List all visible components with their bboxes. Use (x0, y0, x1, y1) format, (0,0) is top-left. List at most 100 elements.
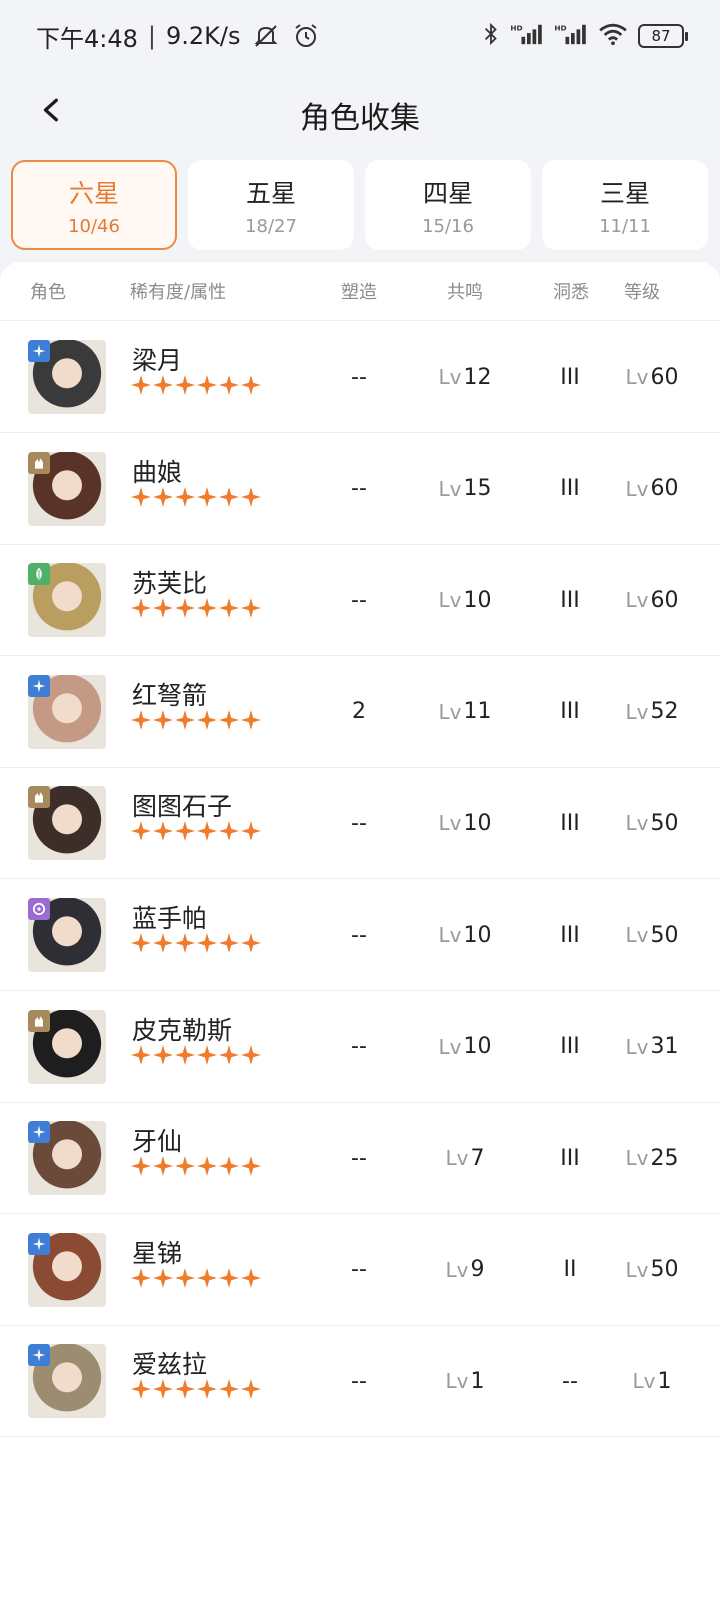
level-cell: Lv 25 (612, 1102, 692, 1214)
signal-hd-1-icon: HD (510, 22, 544, 50)
character-avatar (28, 898, 106, 972)
insight-value: III (560, 364, 580, 390)
rarity-stars (131, 598, 261, 619)
tab-four-star[interactable]: 四星 15/16 (365, 160, 531, 250)
level-cell: Lv 50 (612, 1214, 692, 1326)
mute-notification-icon (251, 21, 281, 51)
level-value: 60 (650, 364, 679, 390)
character-row[interactable]: 苏芙比 -- Lv 10 III Lv 60 (0, 544, 720, 657)
rarity-star-icon (175, 709, 195, 730)
tab-six-star[interactable]: 六星 10/46 (11, 160, 177, 250)
resonance-cell: Lv 10 (420, 767, 510, 879)
character-row[interactable]: 图图石子 -- Lv 10 III Lv 50 (0, 767, 720, 880)
resonance-cell: Lv 10 (420, 991, 510, 1103)
character-avatar (28, 1344, 106, 1419)
character-name: 皮克勒斯 (132, 1015, 233, 1045)
chevron-left-icon (43, 98, 58, 122)
insight-value: III (560, 1034, 580, 1060)
lv-prefix: Lv (625, 1146, 649, 1171)
lv-prefix: Lv (445, 1257, 469, 1282)
character-name: 爱兹拉 (132, 1350, 208, 1380)
character-row[interactable]: 曲娘 -- Lv 15 III Lv 60 (0, 433, 720, 545)
status-left: 下午4:48 | 9.2K/s (36, 19, 321, 54)
tab-count: 10/46 (68, 215, 120, 237)
star-attribute-icon (28, 1232, 50, 1255)
rarity-star-icon (131, 1156, 151, 1177)
character-row[interactable]: 皮克勒斯 -- Lv 10 III Lv 31 (0, 991, 720, 1103)
lv-prefix: Lv (438, 588, 462, 613)
character-row[interactable]: 爱兹拉 -- Lv 1 -- Lv 1 (0, 1325, 720, 1438)
rarity-stars (131, 1267, 261, 1288)
insight-value: III (560, 699, 580, 725)
rarity-star-icon (197, 486, 217, 507)
rarity-star-icon (219, 709, 239, 730)
wifi-icon (598, 22, 628, 50)
back-button[interactable] (28, 86, 76, 134)
tab-label: 六星 (68, 178, 119, 208)
shape-value: -- (351, 1368, 367, 1394)
resonance-value: 10 (463, 587, 492, 613)
shape-value: -- (351, 364, 367, 390)
character-name: 牙仙 (132, 1127, 183, 1157)
level-value: 60 (650, 587, 679, 613)
rarity-star-icon (175, 1044, 195, 1065)
resonance-cell: Lv 15 (420, 433, 510, 545)
resonance-value: 7 (470, 1145, 485, 1171)
rarity-star-icon (219, 486, 239, 507)
bluetooth-icon (482, 21, 500, 51)
rarity-star-icon (175, 933, 195, 953)
rarity-star-icon (131, 933, 151, 953)
rarity-star-icon (241, 1379, 261, 1400)
insight-value: III (560, 922, 580, 948)
tab-three-star[interactable]: 三星 11/11 (542, 160, 708, 250)
rarity-star-icon (241, 709, 261, 730)
spirit-attribute-icon (28, 898, 50, 920)
rarity-star-icon (175, 486, 195, 507)
shape-value: -- (351, 1145, 367, 1171)
rarity-star-icon (197, 598, 217, 619)
rarity-star-icon (197, 1267, 217, 1288)
character-name: 图图石子 (132, 792, 233, 822)
rarity-star-icon (131, 375, 151, 395)
rarity-star-icon (197, 933, 217, 953)
lv-prefix: Lv (438, 365, 462, 389)
column-header-level: 等级 (624, 282, 660, 303)
character-name: 梁月 (132, 346, 183, 375)
resonance-value: 11 (463, 699, 492, 725)
star-attribute-icon (28, 1344, 50, 1367)
rarity-star-icon (219, 1156, 239, 1177)
rarity-star-icon (153, 1044, 173, 1065)
resonance-value: 10 (463, 1034, 492, 1060)
rarity-star-icon (153, 1379, 173, 1400)
level-value: 1 (657, 1368, 672, 1394)
level-cell: Lv 1 (612, 1325, 692, 1437)
rarity-star-icon (131, 1267, 151, 1288)
battery-indicator: 87 (638, 24, 688, 48)
rarity-star-icon (219, 933, 239, 953)
status-right: HD HD 87 (482, 21, 688, 51)
rarity-star-icon (153, 1267, 173, 1288)
lv-prefix: Lv (625, 699, 649, 724)
rarity-star-icon (241, 1044, 261, 1065)
character-row[interactable]: 红弩箭 2 Lv 11 III Lv 52 (0, 656, 720, 768)
tab-count: 18/27 (245, 215, 297, 237)
character-avatar (28, 786, 106, 861)
level-cell: Lv 60 (612, 544, 692, 656)
resonance-cell: Lv 9 (420, 1214, 510, 1326)
rarity-star-icon (241, 933, 261, 953)
character-row[interactable]: 牙仙 -- Lv 7 III Lv 25 (0, 1102, 720, 1215)
shape-value: -- (351, 922, 367, 948)
shape-value: -- (351, 810, 367, 836)
character-row[interactable]: 星锑 -- Lv 9 II Lv 50 (0, 1214, 720, 1326)
shape-value: 2 (352, 699, 366, 725)
level-cell: Lv 52 (612, 656, 692, 768)
character-row[interactable]: 梁月 -- Lv 12 III Lv 60 (0, 321, 720, 433)
rarity-star-icon (153, 933, 173, 953)
tab-five-star[interactable]: 五星 18/27 (188, 160, 354, 250)
beast-attribute-icon (28, 1009, 50, 1032)
character-row[interactable]: 蓝手帕 -- Lv 10 III Lv 50 (0, 879, 720, 991)
lv-prefix: Lv (445, 1369, 469, 1394)
rarity-star-icon (197, 1379, 217, 1400)
rarity-star-icon (175, 598, 195, 619)
character-name: 蓝手帕 (132, 904, 208, 933)
